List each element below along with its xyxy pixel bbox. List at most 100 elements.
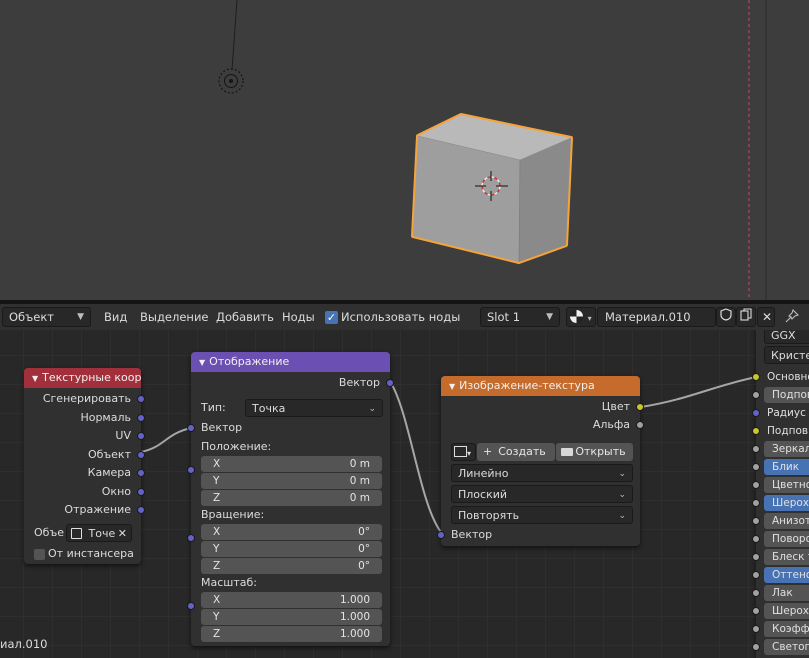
bsdf-input-10[interactable]: Блеск т (764, 549, 809, 565)
bsdf-input-5-socket[interactable] (752, 463, 760, 471)
new-image-button[interactable]: + Создать (477, 443, 555, 461)
node-header[interactable]: ▼ Текстурные коор... (24, 368, 141, 388)
material-name-field[interactable]: Материал.010 (597, 307, 716, 327)
interpolation-dropdown[interactable]: Линейно ⌄ (451, 464, 633, 482)
bsdf-input-0[interactable]: Основной (767, 369, 809, 385)
bsdf-input-9[interactable]: Поворо (764, 531, 809, 547)
menu-nodes[interactable]: Ноды (282, 308, 315, 326)
collapse-arrow-icon[interactable]: ▼ (199, 358, 205, 367)
collapse-arrow-icon[interactable]: ▼ (449, 382, 455, 391)
bsdf-input-14[interactable]: Коэфф (764, 621, 809, 637)
menu-view[interactable]: Вид (104, 308, 127, 326)
bsdf-input-1-socket[interactable] (752, 391, 760, 399)
input-vector-socket[interactable] (187, 424, 195, 432)
mode-dropdown-label: Объект (9, 310, 54, 324)
menu-add[interactable]: Добавить (216, 308, 274, 326)
mapping-node[interactable]: ▼ Отображение Вектор Тип: Точка ⌄ Вектор … (187, 352, 394, 646)
chevron-down-icon: ▾ (467, 449, 472, 458)
bsdf-input-9-socket[interactable] (752, 535, 760, 543)
duplicate-material-button[interactable] (736, 307, 756, 327)
rotation-socket[interactable] (187, 534, 195, 542)
output-0-socket[interactable] (137, 395, 145, 403)
output-6-socket[interactable] (137, 506, 145, 514)
mode-dropdown[interactable]: Объект ▼ (2, 307, 91, 327)
clear-icon[interactable]: ✕ (118, 525, 127, 543)
bsdf-input-15-socket[interactable] (752, 643, 760, 651)
axis-label: Z (213, 560, 221, 572)
bsdf-input-10-socket[interactable] (752, 553, 760, 561)
output-4-socket[interactable] (137, 469, 145, 477)
menu-select[interactable]: Выделение (140, 308, 209, 326)
object-field[interactable]: Точе ✕ (66, 524, 132, 542)
output-1-socket[interactable] (137, 413, 145, 422)
bsdf-input-15[interactable]: Светопр (764, 639, 809, 655)
instancer-checkbox[interactable] (34, 549, 45, 560)
projection-dropdown[interactable]: Плоский ⌄ (451, 485, 633, 503)
bsdf-input-5[interactable]: Блик (764, 459, 809, 475)
bsdf-input-3[interactable]: Подпов. (767, 423, 809, 439)
bsdf-input-3-socket[interactable] (752, 427, 760, 435)
bsdf-input-13-socket[interactable] (752, 607, 760, 615)
3d-viewport[interactable] (0, 0, 809, 300)
bsdf-input-2[interactable]: Радиус (767, 405, 806, 421)
fake-user-button[interactable] (716, 307, 736, 327)
bsdf-input-0-socket[interactable] (752, 373, 760, 381)
location-socket[interactable] (187, 466, 195, 474)
bsdf-input-12[interactable]: Лак (764, 585, 809, 601)
location-y-field[interactable]: Y 0 m (201, 473, 382, 489)
bsdf-input-6-socket[interactable] (752, 481, 760, 489)
use-nodes-checkbox[interactable]: ✓ (325, 311, 338, 324)
node-editor[interactable]: ▼ Текстурные коор... Объе Точе ✕ От инста… (0, 330, 809, 658)
output-color-socket[interactable] (636, 403, 644, 411)
location-z-field[interactable]: Z 0 m (201, 490, 382, 506)
type-dropdown[interactable]: Точка ⌄ (245, 399, 383, 417)
subsurface-method-dropdown[interactable]: Кристен (764, 346, 809, 364)
slot-dropdown[interactable]: Slot 1 ▼ (480, 307, 560, 327)
output-3-socket[interactable] (137, 450, 145, 459)
scale-socket[interactable] (187, 602, 195, 610)
rotation-x-field[interactable]: X 0° (201, 524, 382, 540)
output-vector-socket[interactable] (386, 379, 394, 387)
use-nodes-label[interactable]: Использовать ноды (341, 308, 460, 326)
scale-y-field[interactable]: Y 1.000 (201, 609, 382, 625)
open-image-button[interactable]: Открыть (556, 443, 633, 461)
copy-icon (740, 308, 752, 324)
bsdf-input-8-socket[interactable] (752, 517, 760, 525)
input-vector-socket[interactable] (437, 531, 445, 539)
material-browse-button[interactable]: ▾ (566, 307, 596, 327)
extension-dropdown[interactable]: Повторять ⌄ (451, 506, 633, 524)
unlink-material-button[interactable]: ✕ (757, 307, 775, 327)
bsdf-input-1[interactable]: Подпов (764, 387, 809, 403)
image-browse-button[interactable]: ▾ (451, 443, 476, 461)
node-header[interactable]: ▼ Изображение-текстура (441, 376, 640, 396)
rotation-z-field[interactable]: Z 0° (201, 558, 382, 574)
bsdf-input-4[interactable]: Зеркал (764, 441, 809, 457)
output-alpha-socket[interactable] (636, 421, 644, 429)
material-name-value: Материал.010 (605, 310, 691, 324)
scale-z-field[interactable]: Z 1.000 (201, 626, 382, 642)
bsdf-input-11-socket[interactable] (752, 571, 760, 579)
rotation-y-field[interactable]: Y 0° (201, 541, 382, 557)
bsdf-input-7[interactable]: Шерох (764, 495, 809, 511)
node-header[interactable]: ▼ Отображение (191, 352, 390, 372)
bsdf-input-7-socket[interactable] (752, 499, 760, 507)
collapse-arrow-icon[interactable]: ▼ (32, 374, 38, 383)
image-texture-node[interactable]: ▼ Изображение-текстура Цвет Альфа ▾ + Соз… (437, 376, 644, 546)
texture-coordinate-node[interactable]: ▼ Текстурные коор... Объе Точе ✕ От инста… (24, 368, 145, 564)
location-x-field[interactable]: X 0 m (201, 456, 382, 472)
pin-icon[interactable] (784, 308, 800, 327)
axis-label: Y (213, 543, 220, 555)
distribution-dropdown[interactable]: GGX (764, 330, 809, 344)
bsdf-input-2-socket[interactable] (752, 409, 760, 417)
scale-x-field[interactable]: X 1.000 (201, 592, 382, 608)
bsdf-input-13[interactable]: Шерох (764, 603, 809, 619)
bsdf-input-14-socket[interactable] (752, 625, 760, 633)
bsdf-input-4-socket[interactable] (752, 445, 760, 453)
projection-value: Плоский (458, 488, 508, 501)
bsdf-input-12-socket[interactable] (752, 589, 760, 597)
output-2-socket[interactable] (137, 432, 145, 440)
bsdf-input-8[interactable]: Анизотр (764, 513, 809, 529)
output-5-socket[interactable] (137, 487, 145, 496)
bsdf-input-6[interactable]: Цветно (764, 477, 809, 493)
bsdf-input-11[interactable]: Оттено (764, 567, 809, 583)
